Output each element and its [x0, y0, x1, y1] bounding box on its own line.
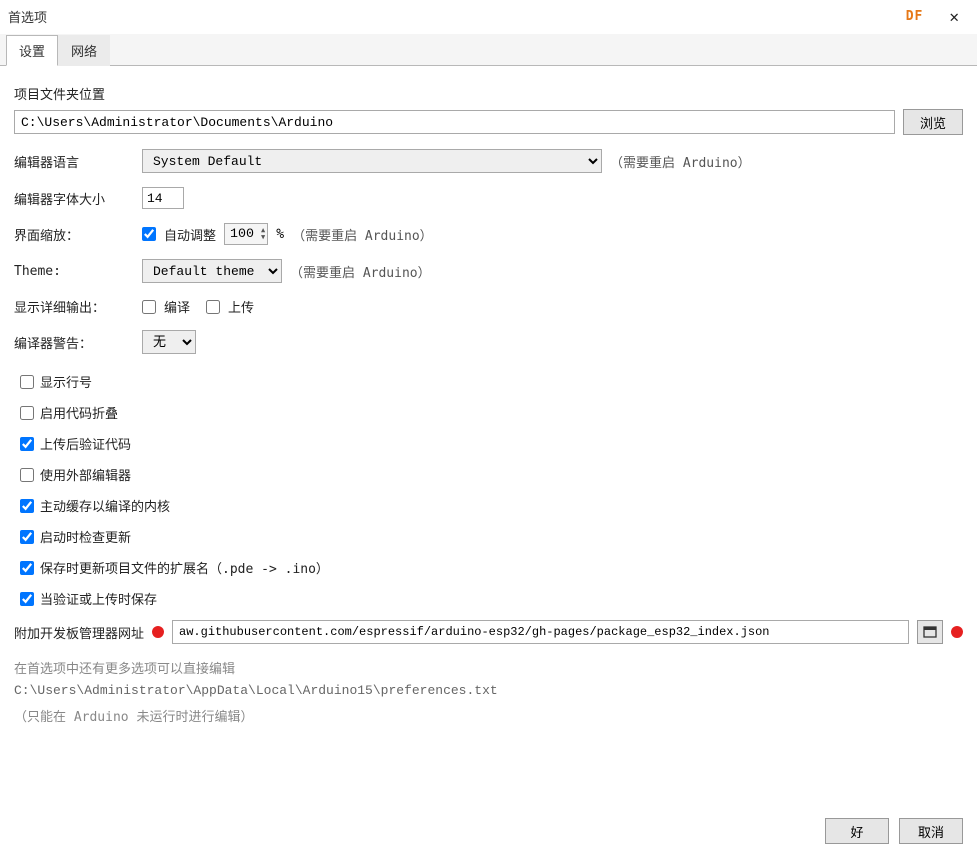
browse-button[interactable]: 浏览	[903, 109, 963, 135]
board-urls-input[interactable]	[172, 620, 909, 644]
folder-location-label: 项目文件夹位置	[14, 84, 963, 103]
enable-folding-checkbox[interactable]	[20, 406, 34, 420]
compile-label: 编译	[164, 297, 190, 316]
compile-checkbox[interactable]	[142, 300, 156, 314]
close-icon[interactable]: ✕	[943, 7, 965, 26]
verify-after-upload-checkbox[interactable]	[20, 437, 34, 451]
enable-folding-label[interactable]: 启用代码折叠	[40, 403, 118, 422]
cancel-button[interactable]: 取消	[899, 818, 963, 844]
show-line-numbers-label[interactable]: 显示行号	[40, 372, 92, 391]
compiler-warnings-select[interactable]: 无	[142, 330, 196, 354]
upload-checkbox[interactable]	[206, 300, 220, 314]
ui-scale-label: 界面缩放：	[14, 225, 134, 244]
save-on-verify-label[interactable]: 当验证或上传时保存	[40, 589, 157, 608]
external-editor-label[interactable]: 使用外部编辑器	[40, 465, 131, 484]
folder-path-input[interactable]	[14, 110, 895, 134]
window-icon	[923, 626, 937, 638]
marker-dot-right	[951, 626, 963, 638]
check-updates-label[interactable]: 启动时检查更新	[40, 527, 131, 546]
show-line-numbers-checkbox[interactable]	[20, 375, 34, 389]
brand-label: DF	[906, 9, 924, 24]
editor-lang-select[interactable]: System Default	[142, 149, 602, 173]
marker-dot-left	[152, 626, 164, 638]
restart-note-2: （需要重启 Arduino）	[292, 225, 433, 244]
footer: 好 取消	[0, 810, 977, 854]
board-urls-label: 附加开发板管理器网址	[14, 623, 144, 642]
editor-lang-label: 编辑器语言	[14, 152, 134, 171]
verify-after-upload-label[interactable]: 上传后验证代码	[40, 434, 131, 453]
spinner-arrows-icon[interactable]: ▲▼	[259, 227, 267, 241]
cache-kernels-label[interactable]: 主动缓存以编译的内核	[40, 496, 170, 515]
tabs: 设置 网络	[0, 34, 977, 66]
compiler-warnings-label: 编译器警告：	[14, 333, 134, 352]
upload-label: 上传	[228, 297, 254, 316]
check-updates-checkbox[interactable]	[20, 530, 34, 544]
titlebar: 首选项 DF ✕	[0, 0, 977, 28]
tab-settings[interactable]: 设置	[6, 35, 58, 66]
percent-label: %	[276, 227, 284, 242]
update-extension-checkbox[interactable]	[20, 561, 34, 575]
theme-select[interactable]: Default theme	[142, 259, 282, 283]
window-title: 首选项	[8, 7, 906, 26]
theme-label: Theme:	[14, 264, 134, 279]
more-prefs-note: 在首选项中还有更多选项可以直接编辑	[14, 658, 963, 677]
font-size-label: 编辑器字体大小	[14, 189, 134, 208]
external-editor-checkbox[interactable]	[20, 468, 34, 482]
update-extension-label[interactable]: 保存时更新项目文件的扩展名（.pde -> .ino）	[40, 558, 329, 577]
expand-urls-button[interactable]	[917, 620, 943, 644]
ok-button[interactable]: 好	[825, 818, 889, 844]
tab-network[interactable]: 网络	[58, 35, 110, 66]
auto-adjust-checkbox[interactable]	[142, 227, 156, 241]
prefs-path: C:\Users\Administrator\AppData\Local\Ard…	[14, 683, 963, 698]
restart-note-1: （需要重启 Arduino）	[610, 152, 751, 171]
font-size-input[interactable]	[142, 187, 184, 209]
content-pane: 项目文件夹位置 浏览 编辑器语言 System Default （需要重启 Ar…	[0, 66, 977, 810]
verbose-output-label: 显示详细输出：	[14, 297, 134, 316]
scale-value-input[interactable]	[225, 227, 259, 242]
only-not-running-note: （只能在 Arduino 未运行时进行编辑）	[14, 706, 963, 725]
scale-spinner[interactable]: ▲▼	[224, 223, 268, 245]
auto-adjust-label: 自动调整	[164, 225, 216, 244]
save-on-verify-checkbox[interactable]	[20, 592, 34, 606]
cache-kernels-checkbox[interactable]	[20, 499, 34, 513]
restart-note-3: （需要重启 Arduino）	[290, 262, 431, 281]
